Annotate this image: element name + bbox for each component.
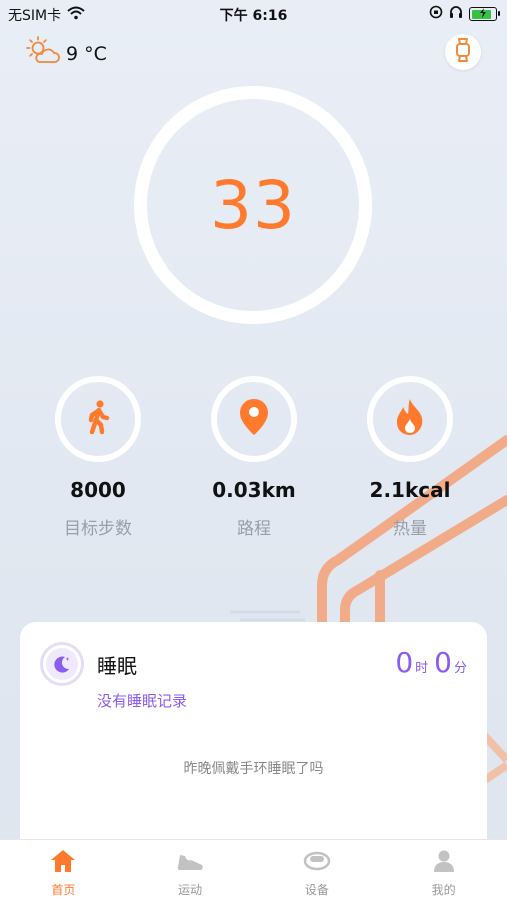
- moon-stars-icon: [46, 648, 78, 680]
- sleep-card[interactable]: 睡眠 0 时 0 分 没有睡眠记录 昨晚佩戴手环睡眠了吗: [20, 622, 487, 862]
- stat-label: 目标步数: [64, 519, 132, 539]
- location-pin-icon: [239, 398, 269, 440]
- band-device-icon: [303, 849, 331, 877]
- walking-person-icon: [84, 399, 112, 439]
- tab-sport[interactable]: 运动: [127, 840, 254, 900]
- rotation-lock-icon: [429, 5, 443, 23]
- sleep-duration: 0 时 0 分: [395, 646, 467, 679]
- sleep-hours-unit: 时: [415, 661, 429, 676]
- sleep-title: 睡眠: [97, 654, 137, 678]
- tab-device[interactable]: 设备: [254, 840, 381, 900]
- tab-label: 我的: [431, 883, 456, 897]
- tab-mine[interactable]: 我的: [380, 840, 507, 900]
- tab-label: 首页: [51, 883, 76, 897]
- status-bar: 无SIM卡 下午 6:16: [0, 0, 507, 28]
- home-icon: [50, 849, 76, 877]
- step-count-ring: 33: [134, 86, 372, 324]
- stat-label: 路程: [237, 519, 271, 539]
- headphones-icon: [449, 5, 463, 23]
- sleep-hours: 0: [395, 646, 414, 679]
- sun-cloud-icon: [26, 36, 60, 71]
- weather-widget: 9 °C: [26, 36, 107, 71]
- tab-bar: 首页 运动 设备 我的: [0, 839, 507, 900]
- stat-calories: 2.1kcal 热量: [355, 376, 465, 539]
- sneaker-icon: [176, 849, 204, 877]
- sleep-hint: 昨晚佩戴手环睡眠了吗: [183, 761, 324, 777]
- tab-label: 运动: [178, 883, 203, 897]
- tab-label: 设备: [304, 883, 329, 897]
- step-count-value: 33: [210, 166, 296, 244]
- flame-icon: [394, 398, 426, 440]
- stat-icon-circle: [367, 376, 453, 462]
- sleep-minutes-unit: 分: [453, 661, 467, 676]
- stat-label: 热量: [393, 519, 427, 539]
- stat-value: 8000: [70, 478, 126, 502]
- device-watch-button[interactable]: [445, 34, 481, 70]
- stat-target-steps: 8000 目标步数: [43, 376, 153, 539]
- sleep-no-record: 没有睡眠记录: [97, 692, 188, 710]
- sleep-minutes: 0: [434, 646, 452, 679]
- user-icon: [432, 849, 456, 877]
- stat-distance: 0.03km 路程: [199, 376, 309, 539]
- temperature-label: 9 °C: [66, 42, 107, 65]
- sleep-icon-ring: [40, 642, 84, 686]
- stat-value: 2.1kcal: [369, 478, 451, 502]
- stat-icon-circle: [211, 376, 297, 462]
- tab-home[interactable]: 首页: [0, 840, 127, 900]
- battery-charging-icon: [469, 7, 500, 21]
- watch-icon: [454, 38, 472, 66]
- stat-value: 0.03km: [212, 478, 296, 502]
- stat-icon-circle: [55, 376, 141, 462]
- status-right-group: [429, 5, 500, 23]
